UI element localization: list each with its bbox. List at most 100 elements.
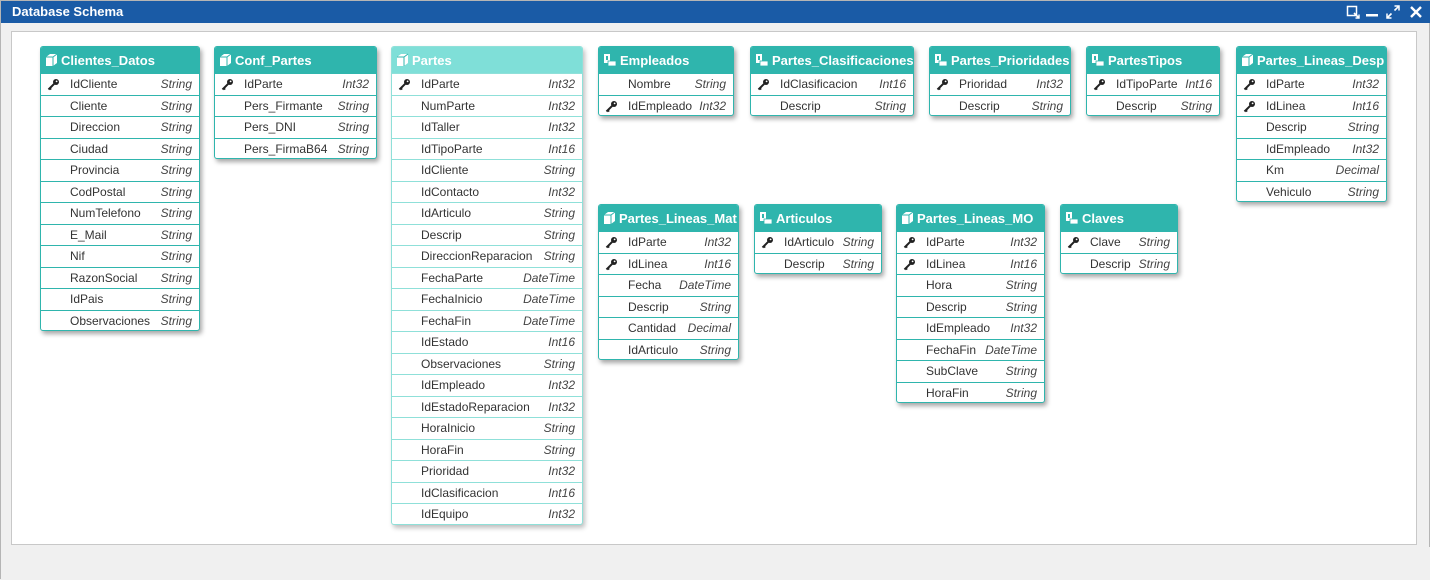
field-row[interactable]: Fecha DateTime <box>599 274 738 296</box>
table-header[interactable]: Partes_Prioridades <box>930 47 1070 73</box>
field-row[interactable]: Cantidad Decimal <box>599 317 738 339</box>
field-row[interactable]: Descrip String <box>1061 252 1177 274</box>
field-row[interactable]: Descrip String <box>751 94 913 116</box>
field-row[interactable]: IdArticulo String <box>599 338 738 360</box>
field-row[interactable]: IdTaller Int32 <box>392 116 582 138</box>
close-icon[interactable] <box>1407 3 1425 21</box>
field-row[interactable]: IdParte Int32 <box>215 73 376 95</box>
field-row[interactable]: FechaInicio DateTime <box>392 288 582 310</box>
field-row[interactable]: NumTelefono String <box>41 202 199 224</box>
table-header[interactable]: Partes_Clasificaciones <box>751 47 913 73</box>
field-row[interactable]: IdEmpleado Int32 <box>897 317 1044 339</box>
table-partes-lineas-mo[interactable]: Partes_Lineas_MO IdParte Int32 IdLinea Int16… <box>896 204 1045 403</box>
restore-icon[interactable] <box>1344 3 1362 21</box>
field-row[interactable]: Descrip String <box>897 295 1044 318</box>
field-row[interactable]: IdArticulo String <box>392 202 582 224</box>
field-type: Int32 <box>1036 77 1063 91</box>
field-row[interactable]: Nombre String <box>599 73 733 95</box>
field-row[interactable]: Nif String <box>41 245 199 267</box>
table-header[interactable]: Empleados <box>599 47 733 73</box>
table-partes-clasificaciones[interactable]: Partes_Clasificaciones IdClasificacion Int… <box>750 46 914 116</box>
minimize-icon[interactable] <box>1363 3 1381 21</box>
table-claves[interactable]: Claves Clave String Descrip String <box>1060 204 1178 274</box>
field-row[interactable]: IdParte Int32 <box>897 231 1044 253</box>
table-header[interactable]: Partes_Lineas_Mat <box>599 205 738 231</box>
table-partes-lineas-desp[interactable]: Partes_Lineas_Desp IdParte Int32 IdLinea Int… <box>1236 46 1387 202</box>
field-row[interactable]: IdLinea Int16 <box>599 252 738 275</box>
field-row[interactable]: RazonSocial String <box>41 266 199 289</box>
field-row[interactable]: IdEmpleado Int32 <box>392 374 582 396</box>
field-row[interactable]: DireccionReparacion String <box>392 245 582 267</box>
table-header[interactable]: Partes_Lineas_Desp <box>1237 47 1386 73</box>
field-row[interactable]: Direccion String <box>41 116 199 138</box>
table-header[interactable]: Articulos <box>755 205 881 231</box>
table-empleados[interactable]: Empleados Nombre String IdEmpleado Int32 <box>598 46 734 116</box>
field-row[interactable]: Pers_Firmante String <box>215 94 376 117</box>
field-row[interactable]: Pers_FirmaB64 String <box>215 137 376 159</box>
field-row[interactable]: HoraFin String <box>392 438 582 461</box>
field-row[interactable]: Descrip String <box>755 252 881 274</box>
table-partestipos[interactable]: PartesTipos IdTipoParte Int16 Descrip String <box>1086 46 1220 116</box>
table-header[interactable]: Clientes_Datos <box>41 47 199 73</box>
field-row[interactable]: IdParte Int32 <box>599 231 738 253</box>
field-row[interactable]: Descrip String <box>392 223 582 246</box>
field-row[interactable]: FechaFin DateTime <box>897 338 1044 361</box>
table-header[interactable]: PartesTipos <box>1087 47 1219 73</box>
field-row[interactable]: Descrip String <box>599 295 738 318</box>
field-row[interactable]: SubClave String <box>897 360 1044 382</box>
field-row[interactable]: IdPais String <box>41 288 199 310</box>
table-conf-partes[interactable]: Conf_Partes IdParte Int32 Pers_Firmante Stri… <box>214 46 377 159</box>
table-header[interactable]: Partes_Lineas_MO <box>897 205 1044 231</box>
field-row[interactable]: HoraFin String <box>897 381 1044 403</box>
field-row[interactable]: FechaParte DateTime <box>392 266 582 289</box>
field-row[interactable]: IdEmpleado Int32 <box>1237 137 1386 160</box>
field-row[interactable]: IdEquipo Int32 <box>392 503 582 524</box>
field-row[interactable]: IdClasificacion Int16 <box>751 73 913 95</box>
table-partes[interactable]: Partes IdParte Int32 NumParte Int32 IdTaller I… <box>391 46 583 525</box>
field-row[interactable]: FechaFin DateTime <box>392 309 582 332</box>
field-row[interactable]: Descrip String <box>1087 94 1219 116</box>
field-row[interactable]: IdTipoParte Int16 <box>1087 73 1219 95</box>
field-row[interactable]: Descrip String <box>930 94 1070 116</box>
field-row[interactable]: NumParte Int32 <box>392 94 582 117</box>
field-row[interactable]: Observaciones String <box>392 352 582 375</box>
field-row[interactable]: IdClasificacion Int16 <box>392 481 582 504</box>
field-row[interactable]: Pers_DNI String <box>215 116 376 138</box>
field-row[interactable]: Hora String <box>897 274 1044 296</box>
table-partes-prioridades[interactable]: Partes_Prioridades Prioridad Int32 Descrip S… <box>929 46 1071 116</box>
maximize-icon[interactable] <box>1384 3 1402 21</box>
field-row[interactable]: CodPostal String <box>41 180 199 203</box>
field-row[interactable]: Km Decimal <box>1237 159 1386 181</box>
field-row[interactable]: IdContacto Int32 <box>392 180 582 203</box>
field-name: IdParte <box>628 235 667 249</box>
table-partes-lineas-mat[interactable]: Partes_Lineas_Mat IdParte Int32 IdLinea Int1… <box>598 204 739 360</box>
field-row[interactable]: IdParte Int32 <box>392 73 582 95</box>
field-row[interactable]: IdLinea Int16 <box>897 252 1044 275</box>
field-row[interactable]: Descrip String <box>1237 116 1386 138</box>
field-row[interactable]: IdTipoParte Int16 <box>392 137 582 160</box>
field-row[interactable]: Clave String <box>1061 231 1177 253</box>
field-row[interactable]: Vehiculo String <box>1237 180 1386 202</box>
field-row[interactable]: IdEmpleado Int32 <box>599 94 733 116</box>
table-header[interactable]: Conf_Partes <box>215 47 376 73</box>
field-row[interactable]: Prioridad Int32 <box>930 73 1070 95</box>
field-row[interactable]: Cliente String <box>41 94 199 117</box>
field-row[interactable]: HoraInicio String <box>392 417 582 439</box>
field-row[interactable]: Provincia String <box>41 159 199 181</box>
field-row[interactable]: E_Mail String <box>41 223 199 246</box>
table-header[interactable]: Claves <box>1061 205 1177 231</box>
field-row[interactable]: IdCliente String <box>392 159 582 181</box>
table-clientes-datos[interactable]: Clientes_Datos IdCliente String Cliente Stri… <box>40 46 200 331</box>
field-row[interactable]: Ciudad String <box>41 137 199 160</box>
field-row[interactable]: IdCliente String <box>41 73 199 95</box>
field-row[interactable]: IdEstadoReparacion Int32 <box>392 395 582 418</box>
field-row[interactable]: Observaciones String <box>41 309 199 331</box>
field-row[interactable]: IdArticulo String <box>755 231 881 253</box>
field-row[interactable]: IdParte Int32 <box>1237 73 1386 95</box>
table-articulos[interactable]: Articulos IdArticulo String Descrip String <box>754 204 882 274</box>
field-row[interactable]: IdLinea Int16 <box>1237 94 1386 117</box>
field-row[interactable]: IdEstado Int16 <box>392 331 582 353</box>
table-header[interactable]: Partes <box>392 47 582 73</box>
schema-canvas[interactable]: Clientes_Datos IdCliente String Cliente Stri… <box>11 31 1417 545</box>
field-row[interactable]: Prioridad Int32 <box>392 460 582 482</box>
